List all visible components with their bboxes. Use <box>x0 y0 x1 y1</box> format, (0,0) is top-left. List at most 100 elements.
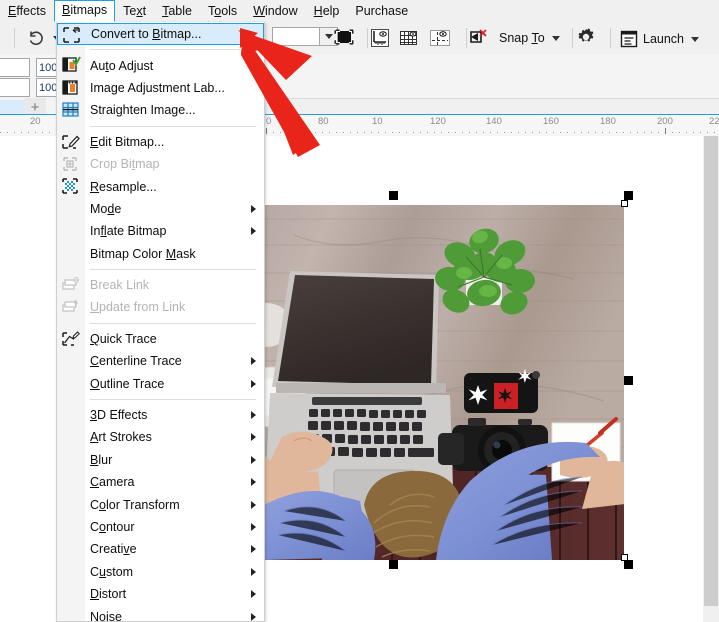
ruler-minor-tick <box>434 132 435 133</box>
photo-bitmap-object[interactable] <box>264 205 624 560</box>
ruler-minor-tick <box>595 132 596 133</box>
undo-curve-icon <box>29 31 43 45</box>
menu-item-inflate-bitmap[interactable]: Inflate Bitmap <box>57 220 264 242</box>
show-rulers-button[interactable] <box>370 28 390 51</box>
menu-item-centerline-trace[interactable]: Centerline Trace <box>57 350 264 372</box>
menu-item-update-from-link: Update from Link <box>57 296 264 318</box>
ruler-minor-tick <box>476 132 477 133</box>
menu-item-label: Bitmap Color Mask <box>90 246 196 261</box>
ruler-minor-tick <box>574 132 575 133</box>
break-link-icon <box>61 276 81 294</box>
menu-text[interactable]: Text <box>115 1 154 22</box>
submenu-arrow-icon <box>251 455 256 464</box>
ruler-minor-tick <box>651 132 652 133</box>
launch-button[interactable]: Launch <box>614 27 704 51</box>
ruler-minor-tick <box>322 132 323 133</box>
menu-item-auto-adjust[interactable]: Auto Adjust <box>57 54 264 76</box>
menu-divider <box>90 49 256 51</box>
menu-divider <box>90 322 256 324</box>
show-grid-button[interactable] <box>399 28 419 51</box>
selection-handle-bottom-right[interactable] <box>624 560 633 569</box>
bitmaps-dropdown-menu[interactable]: Convert to Bitmap... Auto Adjust Image Adj… <box>56 22 265 622</box>
vertical-scrollbar-thumb[interactable] <box>704 136 718 606</box>
ruler-minor-tick <box>553 132 554 133</box>
ruler-minor-tick <box>0 132 1 133</box>
ruler-minor-tick <box>392 132 393 133</box>
selection-handle-top-center[interactable] <box>389 191 398 200</box>
ruler-minor-tick <box>483 132 484 133</box>
application-launcher-icon <box>620 30 638 48</box>
menu-tools[interactable]: Tools <box>200 1 245 22</box>
snap-off-button[interactable] <box>468 28 488 51</box>
menu-item-convert-to-bitmap[interactable]: Convert to Bitmap... <box>57 23 264 46</box>
menu-item-image-adjustment-lab[interactable]: Image Adjustment Lab... <box>57 77 264 99</box>
object-position-x-input[interactable] <box>0 58 30 77</box>
menu-item-label: Resample... <box>90 179 157 194</box>
menu-item-straighten-image[interactable]: Straighten Image... <box>57 99 264 121</box>
menu-item-resample[interactable]: Resample... <box>57 175 264 197</box>
chevron-down-icon <box>324 34 333 39</box>
menu-table[interactable]: Table <box>154 1 200 22</box>
submenu-arrow-icon <box>251 500 256 509</box>
menu-item-label: Color Transform <box>90 497 180 512</box>
object-position-y-input[interactable]: n <box>0 78 30 97</box>
menu-purchase[interactable]: Purchase <box>347 1 416 22</box>
options-button[interactable] <box>576 27 596 50</box>
selection-handle-small-top-right[interactable] <box>621 200 628 207</box>
menu-window[interactable]: Window <box>245 1 305 22</box>
menu-item-color-transform[interactable]: Color Transform <box>57 493 264 515</box>
ruler-minor-tick <box>714 132 715 133</box>
zoom-level-combo[interactable] <box>272 27 338 46</box>
vertical-scrollbar[interactable] <box>703 136 719 622</box>
ruler-minor-tick <box>350 132 351 133</box>
ruler-minor-tick <box>693 132 694 133</box>
menu-item-3d-effects[interactable]: 3D Effects <box>57 404 264 426</box>
resample-icon <box>61 177 81 195</box>
menu-item-distort[interactable]: Distort <box>57 583 264 605</box>
app-window: Effects Bitmaps Text Table Tools Window … <box>0 0 719 622</box>
ruler-minor-tick <box>448 132 449 133</box>
selection-handle-middle-right[interactable] <box>624 376 633 385</box>
show-rulers-icon <box>371 29 389 47</box>
menu-effects[interactable]: Effects <box>0 1 54 22</box>
selection-handle-bottom-center[interactable] <box>389 560 398 569</box>
menu-item-camera[interactable]: Camera <box>57 471 264 493</box>
menu-item-art-strokes[interactable]: Art Strokes <box>57 426 264 448</box>
menu-item-noise[interactable]: Noise <box>57 605 264 622</box>
menu-item-custom[interactable]: Custom <box>57 561 264 583</box>
ruler-minor-tick <box>343 132 344 133</box>
menu-item-contour[interactable]: Contour <box>57 516 264 538</box>
menu-item-label: Creative <box>90 542 137 557</box>
zoom-level-input[interactable] <box>272 27 320 46</box>
submenu-arrow-icon <box>251 433 256 442</box>
menu-item-outline-trace[interactable]: Outline Trace <box>57 372 264 394</box>
ruler-minor-tick <box>462 132 463 133</box>
ruler-minor-tick <box>28 132 29 133</box>
menu-item-mode[interactable]: Mode <box>57 198 264 220</box>
selection-handle-small-bottom-right[interactable] <box>621 554 628 561</box>
menu-item-label: Contour <box>90 520 135 534</box>
menu-item-creative[interactable]: Creative <box>57 538 264 560</box>
ruler-minor-tick <box>644 132 645 133</box>
menu-bitmaps[interactable]: Bitmaps <box>54 0 116 22</box>
menu-item-quick-trace[interactable]: Quick Trace <box>57 328 264 350</box>
image-adjustment-lab-icon <box>61 79 81 97</box>
menu-help[interactable]: Help <box>306 1 348 22</box>
ruler-minor-tick <box>700 132 701 133</box>
show-guidelines-button[interactable] <box>429 28 451 51</box>
ruler-minor-tick <box>280 132 281 133</box>
selection-handle-top-right[interactable] <box>624 191 633 200</box>
launch-label: Launch <box>643 32 685 46</box>
menu-item-edit-bitmap[interactable]: Edit Bitmap... <box>57 131 264 153</box>
ruler-minor-tick <box>427 132 428 133</box>
ruler-label-0: 0 <box>266 116 272 127</box>
menu-item-label: Crop Bitmap <box>90 157 160 172</box>
snap-to-caret-icon[interactable] <box>551 35 560 41</box>
ruler-minor-tick <box>539 132 540 133</box>
full-screen-preview-button[interactable] <box>334 29 354 48</box>
menu-item-blur[interactable]: Blur <box>57 449 264 471</box>
menu-item-bitmap-color-mask[interactable]: Bitmap Color Mask <box>57 243 264 265</box>
launch-caret-icon[interactable] <box>691 36 700 42</box>
snap-to-button[interactable]: Snap To <box>494 28 565 48</box>
ruler-minor-tick <box>532 132 533 133</box>
